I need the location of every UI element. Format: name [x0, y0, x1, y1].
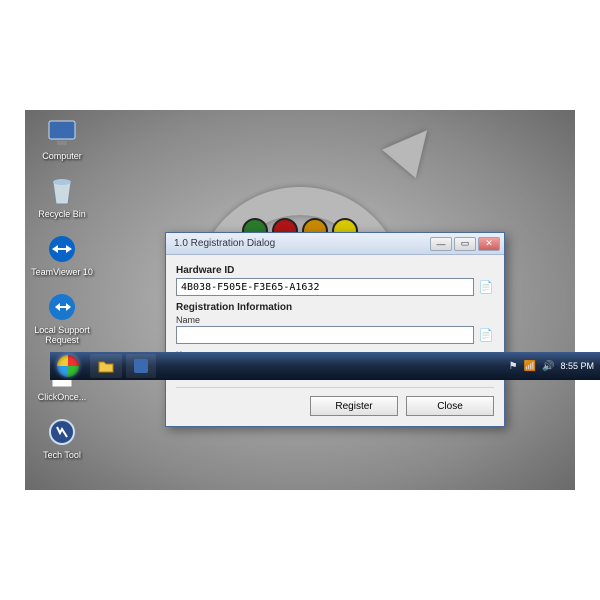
start-button[interactable] [50, 352, 86, 380]
desktop-icon-techtool[interactable]: Tech Tool [31, 415, 93, 461]
window-buttons: — ▭ ✕ [430, 237, 500, 251]
copy-hardware-id-icon[interactable]: 📄 [478, 279, 494, 295]
desktop-icon-label: ClickOnce... [38, 393, 87, 403]
desktop-icon-teamviewer[interactable]: TeamViewer 10 [31, 232, 93, 278]
desktop-icon-label: Local Support Request [31, 326, 93, 346]
desktop-area: V O Computer Recycle Bin TeamViewer 10 [25, 110, 575, 490]
maximize-button[interactable]: ▭ [454, 237, 476, 251]
tray-flag-icon[interactable]: ⚑ [509, 361, 518, 372]
desktop-icon-label: Recycle Bin [38, 210, 86, 220]
dialog-title: 1.0 Registration Dialog [174, 238, 275, 249]
name-label: Name [176, 315, 494, 325]
tray-clock[interactable]: 8:55 PM [560, 361, 594, 371]
windows-orb-icon [57, 355, 79, 377]
close-window-button[interactable]: ✕ [478, 237, 500, 251]
tray-network-icon[interactable]: 📶 [524, 361, 536, 372]
desktop-icon-column: Computer Recycle Bin TeamViewer 10 Local… [31, 116, 93, 461]
app-icon [134, 359, 148, 373]
dialog-titlebar[interactable]: 1.0 Registration Dialog — ▭ ✕ [166, 233, 504, 255]
recycle-bin-icon [45, 174, 79, 208]
taskbar: ⚑ 📶 🔊 8:55 PM [50, 352, 600, 380]
support-icon [45, 290, 79, 324]
desktop-icon-label: Tech Tool [43, 451, 81, 461]
desktop-icon-support[interactable]: Local Support Request [31, 290, 93, 346]
taskbar-item-explorer[interactable] [90, 354, 122, 378]
desktop-icon-recycle-bin[interactable]: Recycle Bin [31, 174, 93, 220]
system-tray: ⚑ 📶 🔊 8:55 PM [503, 361, 600, 372]
name-input[interactable] [176, 326, 474, 344]
hardware-id-input[interactable] [176, 278, 474, 296]
desktop-icon-label: Computer [42, 152, 82, 162]
folder-icon [98, 359, 114, 373]
paste-name-icon[interactable]: 📄 [478, 327, 494, 343]
desktop-icon-label: TeamViewer 10 [31, 268, 93, 278]
register-button[interactable]: Register [310, 396, 398, 416]
desktop-icon-computer[interactable]: Computer [31, 116, 93, 162]
tray-volume-icon[interactable]: 🔊 [542, 361, 554, 372]
techtool-icon [45, 415, 79, 449]
taskbar-item-app[interactable] [126, 354, 156, 378]
dialog-body: Hardware ID 📄 Registration Information N… [166, 255, 504, 426]
registration-dialog: 1.0 Registration Dialog — ▭ ✕ Hardware I… [165, 232, 505, 427]
close-button[interactable]: Close [406, 396, 494, 416]
wallpaper-logo-arrow [382, 116, 444, 178]
hardware-id-label: Hardware ID [176, 265, 494, 276]
dialog-button-row: Register Close [176, 387, 494, 416]
teamviewer-icon [45, 232, 79, 266]
registration-info-label: Registration Information [176, 302, 494, 313]
computer-icon [45, 116, 79, 150]
minimize-button[interactable]: — [430, 237, 452, 251]
